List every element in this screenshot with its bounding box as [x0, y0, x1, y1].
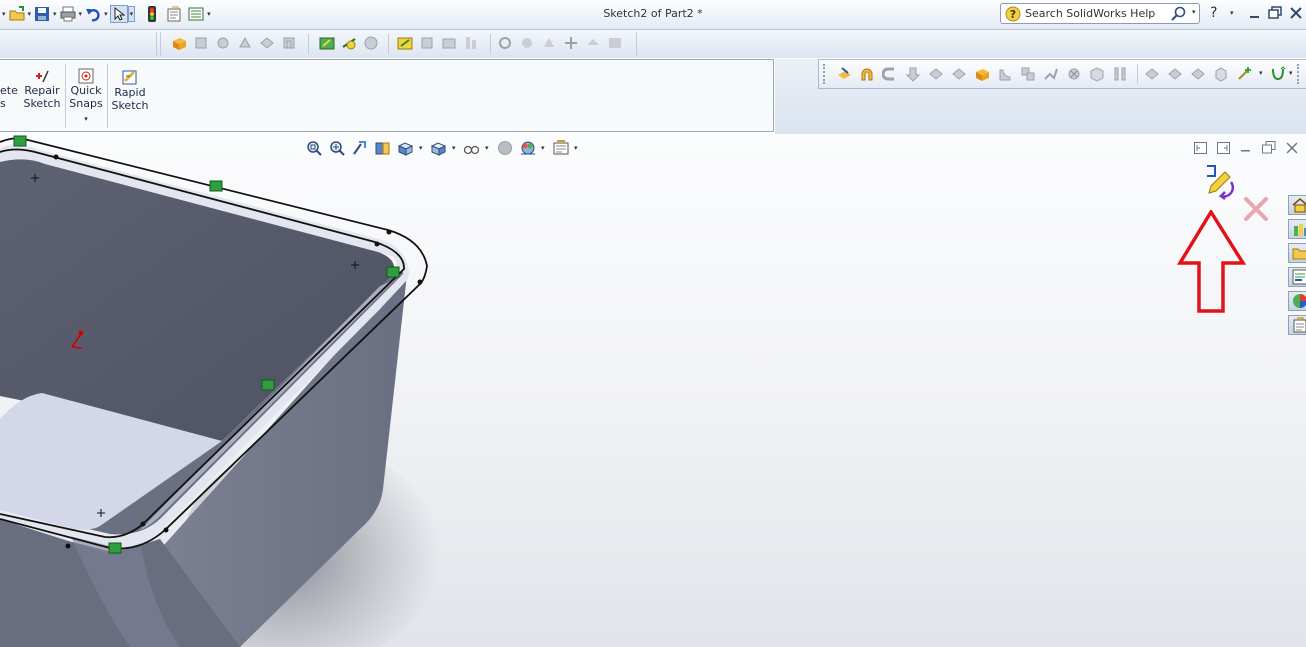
minimize-button[interactable] — [1248, 6, 1262, 20]
search-icon[interactable] — [1171, 6, 1187, 25]
reference-axis-icon — [1166, 65, 1184, 83]
revolve-icon[interactable] — [858, 65, 876, 83]
file-explorer-icon — [1292, 248, 1306, 260]
coordinate-system-icon — [1189, 65, 1207, 83]
features-toolbar — [170, 34, 298, 52]
display-style-icon — [584, 34, 602, 52]
extruded-cut-icon — [280, 34, 298, 52]
view-palette-icon — [1292, 269, 1306, 285]
swept-boss-icon — [214, 34, 232, 52]
curves-dropdown-arrow[interactable]: ▾ — [1289, 69, 1293, 77]
quick-snaps-dropdown-arrow[interactable]: ▾ — [67, 113, 105, 126]
partial-sketch-command[interactable]: ete s — [0, 68, 18, 110]
sketch-entities-toolbar — [396, 34, 480, 52]
help-button[interactable]: ? — [1210, 5, 1217, 21]
rotate-view-icon — [540, 34, 558, 52]
circle-icon — [462, 34, 480, 52]
repair-sketch-icon — [36, 70, 49, 83]
model-and-sketch-canvas[interactable] — [0, 134, 1306, 647]
task-pane-custom-properties-tab[interactable] — [1288, 315, 1306, 335]
close-button[interactable] — [1289, 6, 1303, 20]
search-dropdown-arrow[interactable]: ▾ — [1192, 8, 1196, 16]
view-orient-toolbar — [496, 34, 624, 52]
repair-sketch-button[interactable]: Repair Sketch — [22, 68, 62, 110]
reference-toolbar — [318, 34, 380, 52]
point-icon — [1212, 65, 1230, 83]
instant3d-icon — [362, 34, 380, 52]
lofted-boss-icon — [236, 34, 254, 52]
rapid-sketch-button[interactable]: Rapid Sketch — [110, 68, 150, 112]
search-input[interactable] — [1025, 6, 1173, 21]
right-toolbar-area: ▾ ▾ — [775, 59, 1306, 134]
extrude-icon[interactable] — [835, 65, 853, 83]
line-icon — [418, 34, 436, 52]
draft-icon — [1088, 65, 1106, 83]
rapid-sketch-icon — [122, 70, 137, 85]
extruded-boss-icon[interactable] — [170, 34, 188, 52]
task-pane-file-explorer-tab[interactable] — [1288, 243, 1306, 263]
boundary-icon — [927, 65, 945, 83]
features-toolbar-row — [0, 30, 1306, 58]
wrap-icon — [1111, 65, 1129, 83]
loft-icon — [904, 65, 922, 83]
quick-snaps-button[interactable]: Quick Snaps ▾ — [67, 68, 105, 126]
sweep-icon — [881, 65, 899, 83]
shell-icon — [1065, 65, 1083, 83]
task-pane-appearances-tab[interactable] — [1288, 291, 1306, 311]
task-pane-design-library-tab[interactable] — [1288, 219, 1306, 239]
help-dropdown-arrow[interactable]: ▾ — [1230, 9, 1234, 17]
title-bar: ▾ ▾ ▾ ▾ ▾ ▾ ▾ Sketch2 of Part2 * ? Searc… — [0, 0, 1306, 30]
curves-icon[interactable] — [1269, 65, 1287, 83]
pan-icon — [562, 34, 580, 52]
sketch-plane-icon[interactable] — [318, 34, 336, 52]
quick-snaps-label-line1: Quick — [70, 84, 102, 97]
smart-dimension-icon[interactable] — [340, 34, 358, 52]
boss-base-icon[interactable] — [973, 65, 991, 83]
rapid-sketch-label-line2: Sketch — [111, 99, 149, 112]
graphics-area[interactable]: ▾ ▾ ▾ ▾ ▾ — [0, 134, 1306, 647]
restore-button[interactable] — [1268, 6, 1282, 20]
cut-extrude-icon — [950, 65, 968, 83]
instant3d-toggle-icon[interactable] — [1235, 65, 1253, 83]
boundary-boss-icon — [258, 34, 276, 52]
features-toolbar-right: ▾ ▾ — [818, 59, 1306, 89]
reference-plane-icon — [1143, 65, 1161, 83]
partial-command-label-line1: ete — [0, 84, 18, 97]
quick-snaps-icon — [78, 68, 94, 84]
annotation-arrow — [1177, 210, 1247, 313]
zoom-area-icon — [518, 34, 536, 52]
task-pane-home-tab[interactable] — [1288, 195, 1306, 215]
quick-snaps-label-line2: Snaps — [69, 97, 103, 110]
revolved-boss-icon — [192, 34, 210, 52]
section-view-icon — [606, 34, 624, 52]
design-library-icon — [1294, 224, 1306, 236]
instant3d-dropdown-arrow[interactable]: ▾ — [1259, 69, 1263, 77]
sketch-commandmanager-panel: ete s Repair Sketch Quick Snaps ▾ Rapid … — [0, 59, 774, 132]
repair-sketch-label-line2: Sketch — [23, 97, 61, 110]
home-icon — [1292, 198, 1306, 213]
custom-properties-icon — [1293, 317, 1306, 333]
rectangle-icon — [440, 34, 458, 52]
zoom-fit-icon — [496, 34, 514, 52]
search-help-box: ? ▾ — [1000, 3, 1200, 24]
svg-text:?: ? — [1010, 8, 1016, 21]
task-pane-view-palette-tab[interactable] — [1288, 267, 1306, 287]
fillet-icon — [996, 65, 1014, 83]
help-question-icon: ? — [1005, 6, 1021, 25]
partial-command-label-line2: s — [0, 97, 6, 110]
appearances-icon — [1293, 294, 1306, 308]
rib-icon — [1042, 65, 1060, 83]
exit-sketch-icon[interactable] — [1201, 162, 1239, 200]
rapid-sketch-label-line1: Rapid — [114, 86, 146, 99]
pattern-icon — [1019, 65, 1037, 83]
repair-sketch-label-line1: Repair — [24, 84, 60, 97]
sketch-icon[interactable] — [396, 34, 414, 52]
